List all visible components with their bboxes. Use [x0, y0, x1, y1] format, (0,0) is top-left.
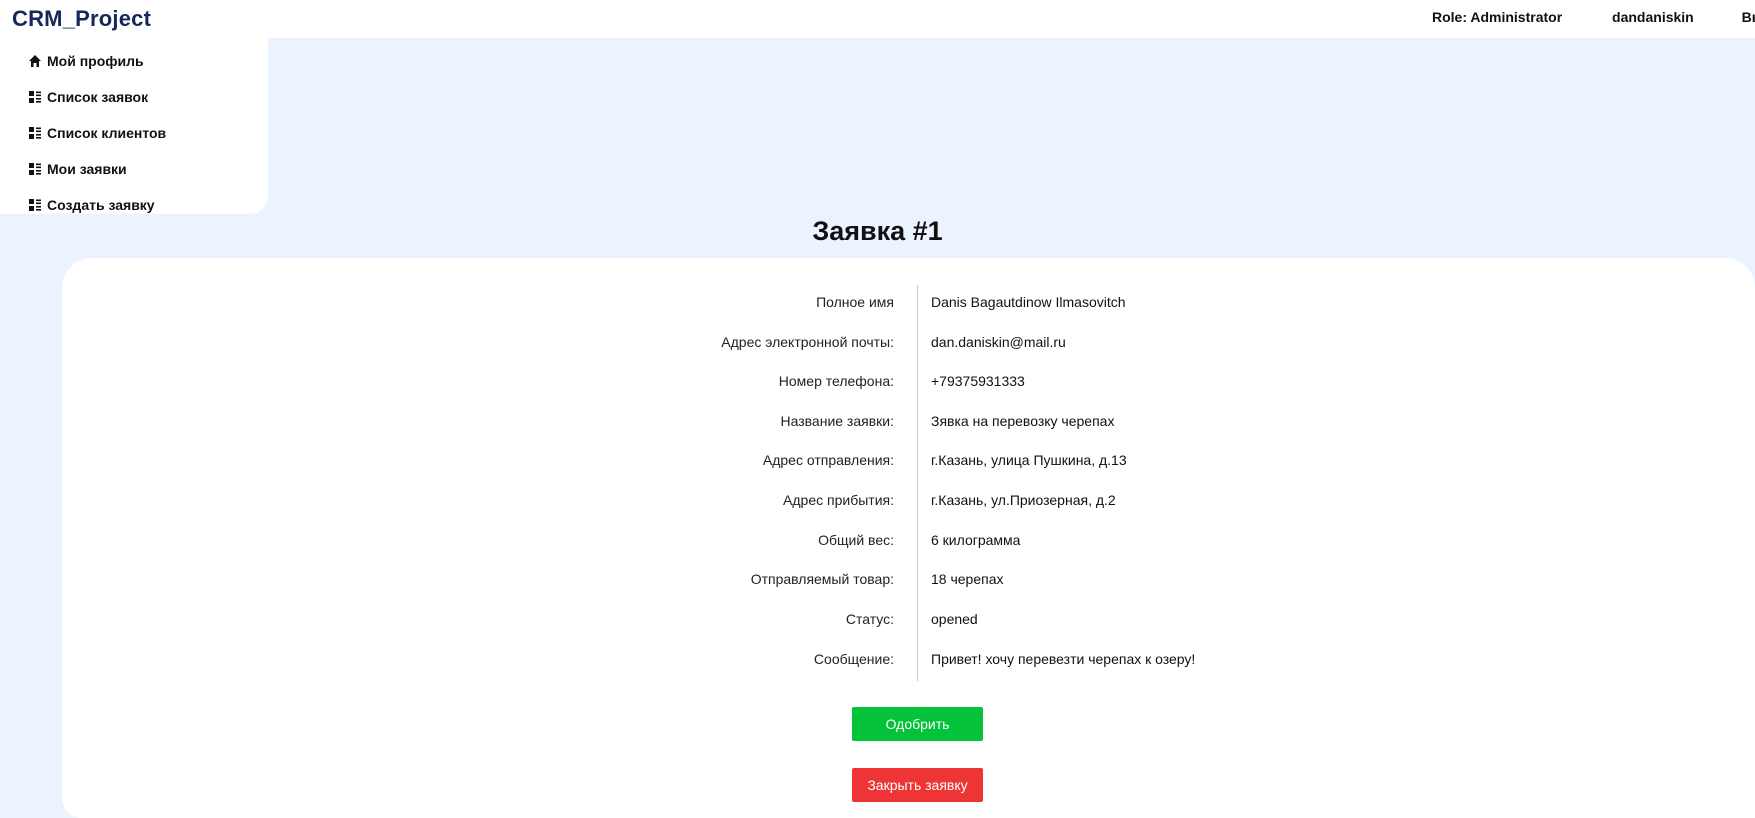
list-icon [29, 91, 41, 103]
field-label: Название заявки: [780, 413, 894, 429]
field-value: dan.daniskin@mail.ru [931, 334, 1066, 350]
sidebar-item-my-profile[interactable]: Мой профиль [28, 51, 144, 71]
field-label: Общий вес: [818, 532, 894, 548]
list-icon [29, 199, 41, 211]
field-label: Сообщение: [813, 651, 894, 667]
sidebar-item-label: Создать заявку [47, 197, 155, 213]
logout-link[interactable]: Вы [1742, 9, 1755, 25]
field-value: 18 черепах [931, 571, 1004, 587]
field-row-message: Сообщение: Привет! хочу перевезти черепа… [0, 651, 1755, 671]
sidebar-item-create-request[interactable]: Создать заявку [28, 195, 155, 215]
field-row-phone: Номер телефона: +79375931333 [0, 373, 1755, 393]
field-label: Адрес прибытия: [783, 492, 894, 508]
sidebar-item-label: Список заявок [47, 89, 149, 105]
field-label: Полное имя [816, 294, 894, 310]
sidebar-item-clients-list[interactable]: Список клиентов [28, 123, 166, 143]
field-row-goods: Отправляемый товар: 18 черепах [0, 571, 1755, 591]
user-info: Role: Administrator dandaniskin Вы [1432, 9, 1755, 25]
field-row-arrival-address: Адрес прибытия: г.Казань, ул.Приозерная,… [0, 492, 1755, 512]
field-value: +79375931333 [931, 373, 1025, 389]
field-value: Привет! хочу перевезти черепах к озеру! [931, 651, 1196, 667]
username-link[interactable]: dandaniskin [1612, 9, 1694, 25]
role-label: Role: Administrator [1432, 9, 1563, 25]
field-row-request-name: Название заявки: Зявка на перевозку чере… [0, 413, 1755, 433]
field-row-email: Адрес электронной почты: dan.daniskin@ma… [0, 334, 1755, 354]
field-value: г.Казань, улица Пушкина, д.13 [931, 452, 1127, 468]
field-row-status: Статус: opened [0, 611, 1755, 631]
top-bar: CRM_Project Role: Administrator dandanis… [0, 0, 1755, 38]
sidebar-item-label: Список клиентов [47, 125, 167, 141]
page-title: Заявка #1 [812, 216, 943, 246]
field-row-total-weight: Общий вес: 6 килограмма [0, 532, 1755, 552]
list-icon [29, 127, 41, 139]
home-icon [29, 55, 41, 67]
field-value: opened [931, 611, 978, 627]
list-icon [29, 163, 41, 175]
field-value: г.Казань, ул.Приозерная, д.2 [931, 492, 1116, 508]
field-value: 6 килограмма [931, 532, 1021, 548]
sidebar-item-my-requests[interactable]: Мои заявки [28, 159, 127, 179]
field-label: Статус: [845, 611, 894, 627]
field-label: Адрес отправления: [762, 452, 894, 468]
sidebar-item-label: Мои заявки [47, 161, 127, 177]
sidebar-item-label: Мой профиль [47, 53, 144, 69]
field-row-full-name: Полное имя Danis Bagautdinow Ilmasovitch [0, 294, 1755, 314]
field-label: Адрес электронной почты: [721, 334, 894, 350]
close-request-button[interactable]: Закрыть заявку [852, 768, 983, 802]
field-value: Danis Bagautdinow Ilmasovitch [931, 294, 1126, 310]
sidebar: Мой профиль Список заявок Список клиенто… [0, 38, 268, 214]
field-row-departure-address: Адрес отправления: г.Казань, улица Пушки… [0, 452, 1755, 472]
field-value: Зявка на перевозку черепах [931, 413, 1115, 429]
brand-logo[interactable]: CRM_Project [12, 6, 151, 32]
approve-button[interactable]: Одобрить [852, 707, 983, 741]
field-label: Отправляемый товар: [750, 571, 894, 587]
sidebar-item-requests-list[interactable]: Список заявок [28, 87, 148, 107]
field-label: Номер телефона: [778, 373, 894, 389]
